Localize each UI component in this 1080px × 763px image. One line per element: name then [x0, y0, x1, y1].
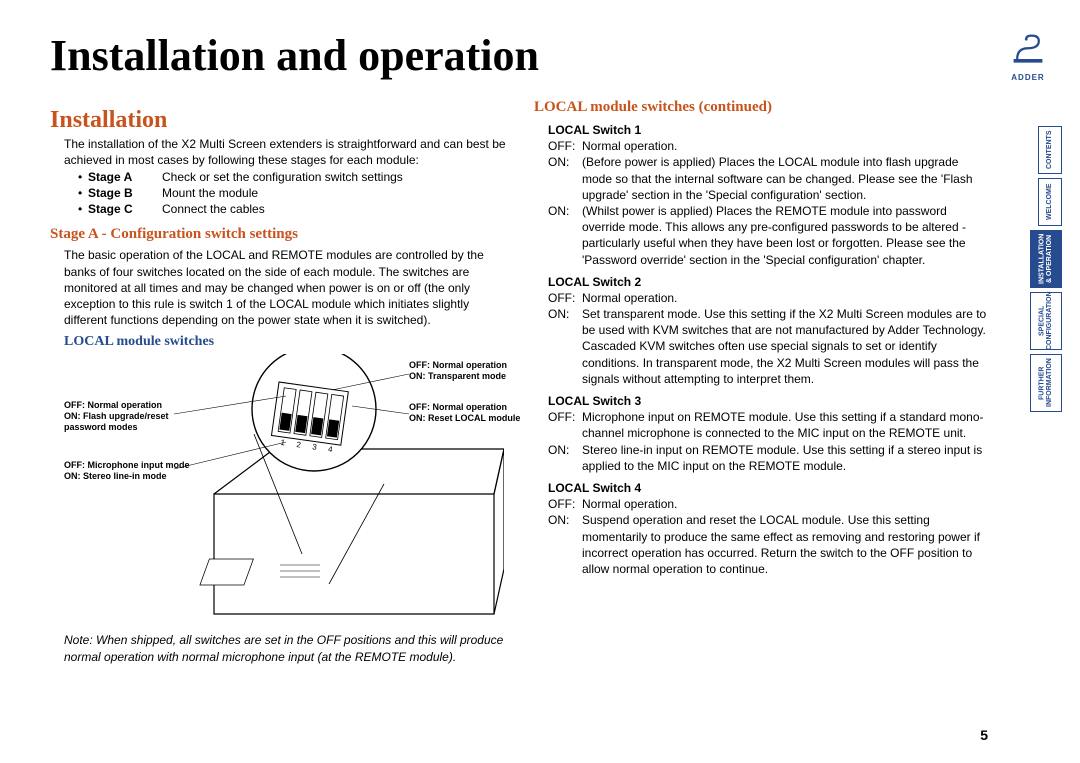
nav-further-information[interactable]: FURTHER INFORMATION — [1030, 354, 1062, 412]
stage-b-item: •Stage BMount the module — [78, 186, 506, 200]
snake-icon — [1010, 32, 1046, 68]
local-continued-heading: LOCAL module switches (continued) — [534, 99, 990, 116]
local-switch-2: LOCAL Switch 2 OFF:Normal operation. ON:… — [548, 274, 990, 387]
diagram-label-sw2: OFF: Normal operation ON: Transparent mo… — [409, 360, 519, 382]
nav-contents[interactable]: CONTENTS — [1038, 126, 1062, 174]
local-switches-heading: LOCAL module switches — [64, 334, 506, 350]
installation-intro: The installation of the X2 Multi Screen … — [64, 136, 506, 168]
diagram-label-sw4: OFF: Normal operation ON: Reset LOCAL mo… — [409, 402, 529, 424]
stage-list: •Stage ACheck or set the configuration s… — [78, 170, 506, 216]
switch-diagram: 1 2 3 4 OFF: Normal operation ON: Flash … — [64, 354, 504, 624]
stage-a-item: •Stage ACheck or set the configuration s… — [78, 170, 506, 184]
nav-installation-operation[interactable]: INSTALLATION & OPERATION — [1030, 230, 1062, 288]
left-column: Installation The installation of the X2 … — [50, 99, 506, 665]
page-title: Installation and operation — [50, 30, 990, 81]
stage-a-heading: Stage A - Configuration switch settings — [50, 226, 506, 243]
installation-heading: Installation — [50, 107, 506, 134]
nav-special-configuration[interactable]: SPECIAL CONFIGURATION — [1030, 292, 1062, 350]
shipping-note: Note: When shipped, all switches are set… — [64, 632, 506, 664]
side-navigation: CONTENTS WELCOME INSTALLATION & OPERATIO… — [1006, 126, 1062, 416]
right-column: LOCAL module switches (continued) LOCAL … — [534, 99, 990, 665]
diagram-label-sw1: OFF: Normal operation ON: Flash upgrade/… — [64, 400, 184, 432]
local-switch-3: LOCAL Switch 3 OFF:Microphone input on R… — [548, 393, 990, 474]
stage-a-text: The basic operation of the LOCAL and REM… — [64, 247, 506, 328]
stage-c-item: •Stage CConnect the cables — [78, 202, 506, 216]
page-number: 5 — [980, 727, 988, 743]
brand-name: ADDER — [1004, 73, 1052, 82]
nav-welcome[interactable]: WELCOME — [1038, 178, 1062, 226]
local-switch-1: LOCAL Switch 1 OFF:Normal operation. ON:… — [548, 122, 990, 268]
local-switch-4: LOCAL Switch 4 OFF:Normal operation. ON:… — [548, 480, 990, 577]
brand-logo: ADDER — [1004, 32, 1052, 82]
diagram-label-sw3: OFF: Microphone input mode ON: Stereo li… — [64, 460, 194, 482]
